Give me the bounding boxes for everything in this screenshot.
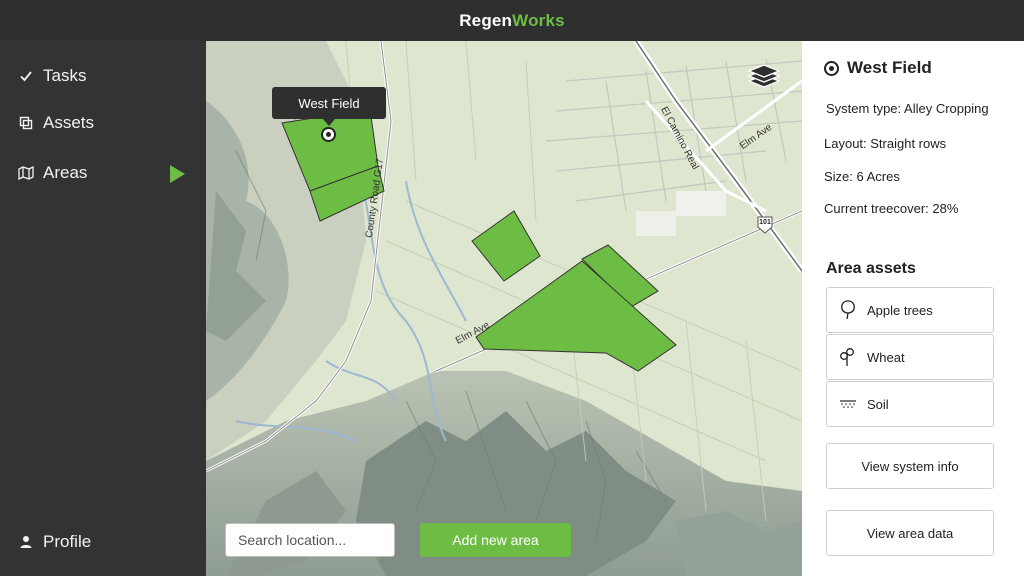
map-icon <box>18 165 34 181</box>
property-layout: Layout: Straight rows <box>824 136 947 151</box>
search-location-input[interactable] <box>225 523 395 557</box>
sidebar: Tasks Assets Areas Profile <box>0 41 206 576</box>
highway-shield-label: 101 <box>759 219 771 226</box>
layers-icon <box>747 64 781 88</box>
app-logo: RegenWorks <box>459 11 565 31</box>
pin-dot <box>326 132 331 137</box>
soil-icon <box>839 394 857 414</box>
brand-primary: Regen <box>459 10 513 30</box>
property-system-type: System type: Alley Cropping <box>826 101 989 116</box>
app-root: RegenWorks Tasks Assets Areas Profile Co… <box>0 0 1024 576</box>
asset-soil[interactable]: Soil <box>826 381 994 427</box>
asset-apple-trees[interactable]: Apple trees <box>826 287 994 333</box>
tree-icon <box>839 300 857 320</box>
location-pin-icon[interactable] <box>321 127 336 142</box>
asset-wheat[interactable]: Wheat <box>826 334 994 380</box>
sidebar-item-label: Areas <box>43 163 88 182</box>
location-target-icon <box>824 60 839 76</box>
view-area-data-button[interactable]: View area data <box>826 510 994 556</box>
user-icon <box>18 534 34 550</box>
property-size: Size: 6 Acres <box>824 169 900 184</box>
area-name: West Field <box>847 58 932 77</box>
asset-label: Soil <box>867 396 889 412</box>
add-new-area-button[interactable]: Add new area <box>420 523 571 557</box>
view-system-info-button[interactable]: View system info <box>826 443 994 489</box>
sidebar-item-label: Tasks <box>43 66 87 85</box>
sidebar-item-tasks[interactable]: Tasks <box>18 66 86 86</box>
panel-title: West Field <box>824 58 932 78</box>
wheat-icon <box>839 347 857 367</box>
map-view[interactable]: County Road G17 Elm Ave El Camino Real E… <box>206 41 802 576</box>
map-canvas <box>206 41 802 576</box>
brand-accent: Works <box>512 10 565 30</box>
target-dot <box>829 65 834 71</box>
checkmark-icon <box>18 68 34 84</box>
layers-button[interactable] <box>746 61 782 93</box>
area-details-panel: West Field System type: Alley Cropping L… <box>802 41 1024 576</box>
sidebar-item-profile[interactable]: Profile <box>18 532 91 552</box>
asset-label: Wheat <box>867 349 905 365</box>
area-assets-heading: Area assets <box>826 260 916 277</box>
assets-icon <box>18 115 34 131</box>
map-tooltip: West Field <box>272 87 386 126</box>
sidebar-item-label: Assets <box>43 113 95 132</box>
sidebar-item-assets[interactable]: Assets <box>18 113 94 133</box>
top-bar: RegenWorks <box>0 0 1024 41</box>
property-treecover: Current treecover: 28% <box>824 201 959 216</box>
asset-label: Apple trees <box>867 302 933 318</box>
sidebar-item-label: Profile <box>43 532 92 551</box>
active-indicator-icon <box>170 165 185 183</box>
sidebar-item-areas[interactable]: Areas <box>18 163 87 183</box>
